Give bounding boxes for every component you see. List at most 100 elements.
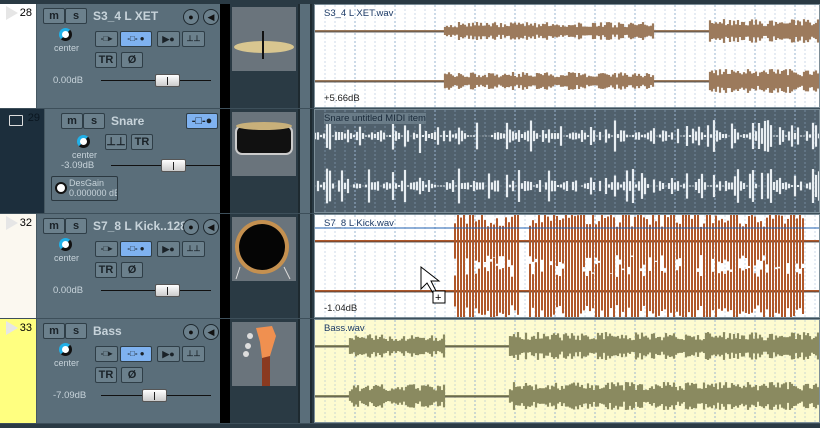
io-button[interactable]: -□▸ — [95, 241, 118, 257]
track-number-cell[interactable]: 33 — [0, 319, 36, 423]
record-arm-button[interactable]: ● — [183, 324, 199, 340]
volume-label: -3.09dB — [61, 160, 95, 171]
phase-button[interactable]: Ø — [121, 52, 143, 68]
pan-label: center — [54, 358, 80, 368]
io-button[interactable]: -□▸ — [95, 346, 118, 362]
item-gain: +5.66dB — [324, 93, 360, 104]
track-28: 28 m s S3_4 L XET center 0.00dB ● ◀ -□▸ … — [0, 4, 820, 109]
fx-param-knob[interactable] — [55, 182, 67, 194]
trim-button[interactable]: TR — [131, 134, 153, 150]
track-name[interactable]: Bass — [93, 324, 122, 338]
pan-knob[interactable] — [59, 28, 72, 41]
phase-button[interactable]: Ø — [121, 367, 143, 383]
volume-label: 0.00dB — [53, 285, 84, 296]
track-number: 33 — [19, 322, 32, 334]
waveform — [315, 110, 819, 212]
waveform: + — [315, 215, 819, 317]
pan-knob[interactable] — [59, 343, 72, 356]
track-name[interactable]: S7_8 L Kick..128 — [93, 219, 187, 233]
track-header[interactable]: m s S7_8 L Kick..128 center 0.00dB ● ◀ -… — [36, 214, 220, 318]
route-button[interactable]: -□- ● — [120, 241, 152, 257]
track-name[interactable]: Snare — [111, 114, 144, 128]
fx-param-value: 0.000000 dB — [69, 188, 117, 198]
media-item[interactable]: S7_8 L Kick.wav -1.04dB + — [314, 214, 820, 318]
fx-button[interactable]: ⊥⊥ — [182, 241, 205, 257]
trim-button[interactable]: TR — [95, 52, 117, 68]
folder-icon[interactable] — [9, 115, 23, 126]
media-item[interactable]: Snare untitled MIDI item — [314, 109, 820, 213]
solo-button[interactable]: s — [65, 323, 87, 339]
solo-button[interactable]: s — [65, 218, 87, 234]
track-29: 29 m s Snare center -3.09dB -□-● ⊥⊥ TR D… — [0, 109, 820, 214]
track-32: 32 m s S7_8 L Kick..128 center 0.00dB ● … — [0, 214, 820, 319]
fx-param[interactable]: DesGain 0.000000 dB — [51, 176, 118, 201]
record-mode-button[interactable]: ▶● — [157, 31, 180, 47]
pan-knob[interactable] — [59, 238, 72, 251]
record-arm-button[interactable]: ● — [183, 219, 199, 235]
pan-label: center — [72, 150, 98, 160]
snare-thumbnail — [232, 112, 296, 176]
item-name: Snare untitled MIDI item — [324, 113, 426, 124]
fx-button[interactable]: ⊥⊥ — [182, 31, 205, 47]
waveform — [315, 5, 819, 107]
track-number-cell[interactable]: 29 — [0, 109, 44, 213]
track-header[interactable]: m s S3_4 L XET center 0.00dB ● ◀ -□▸ -□-… — [36, 4, 220, 108]
mute-button[interactable]: m — [61, 113, 83, 129]
io-button[interactable]: -□▸ — [95, 31, 118, 47]
cymbal-thumbnail — [232, 7, 296, 71]
media-item[interactable]: S3_4 L XET.wav +5.66dB — [314, 4, 820, 108]
trim-button[interactable]: TR — [95, 262, 117, 278]
volume-fader-handle[interactable] — [155, 284, 180, 297]
monitor-button[interactable]: ◀ — [203, 219, 219, 235]
waveform — [315, 320, 819, 422]
item-name: S3_4 L XET.wav — [324, 8, 394, 19]
track-divider — [220, 319, 230, 423]
track-number-cell[interactable]: 32 — [0, 214, 36, 318]
solo-button[interactable]: s — [65, 8, 87, 24]
volume-label: -7.09dB — [53, 390, 87, 401]
track-name[interactable]: S3_4 L XET — [93, 9, 158, 23]
kick-thumbnail — [232, 217, 296, 281]
splitter[interactable] — [298, 319, 312, 423]
track-triangle-icon — [6, 321, 18, 335]
monitor-button[interactable]: ◀ — [203, 324, 219, 340]
svg-text:+: + — [435, 292, 441, 304]
mute-button[interactable]: m — [43, 218, 65, 234]
track-33: 33 m s Bass center -7.09dB ● ◀ -□▸ -□- ●… — [0, 319, 820, 424]
monitor-button[interactable]: ◀ — [203, 9, 219, 25]
splitter[interactable] — [298, 214, 312, 318]
trim-button[interactable]: TR — [95, 367, 117, 383]
fx-button[interactable]: ⊥⊥ — [105, 134, 127, 150]
media-item[interactable]: Bass.wav — [314, 319, 820, 423]
track-divider — [220, 4, 230, 108]
item-gain: -1.04dB — [324, 303, 358, 314]
volume-fader-handle[interactable] — [161, 159, 186, 172]
track-number: 29 — [27, 112, 40, 124]
track-number-cell[interactable]: 28 — [0, 4, 36, 108]
splitter[interactable] — [298, 4, 312, 108]
track-number: 32 — [19, 217, 32, 229]
mute-button[interactable]: m — [43, 323, 65, 339]
route-button[interactable]: -□- ● — [120, 31, 152, 47]
mute-button[interactable]: m — [43, 8, 65, 24]
track-triangle-icon — [6, 216, 18, 230]
track-triangle-icon — [6, 6, 18, 20]
fx-param-name: DesGain — [69, 178, 105, 188]
volume-fader-handle[interactable] — [155, 74, 180, 87]
record-mode-button[interactable]: ▶● — [157, 346, 180, 362]
route-button[interactable]: -□-● — [186, 113, 218, 129]
record-mode-button[interactable]: ▶● — [157, 241, 180, 257]
solo-button[interactable]: s — [83, 113, 105, 129]
volume-fader-handle[interactable] — [142, 389, 167, 402]
item-name: S7_8 L Kick.wav — [324, 218, 394, 229]
route-button[interactable]: -□- ● — [120, 346, 152, 362]
track-header[interactable]: m s Bass center -7.09dB ● ◀ -□▸ -□- ● ▶●… — [36, 319, 220, 423]
phase-button[interactable]: Ø — [121, 262, 143, 278]
track-header[interactable]: m s Snare center -3.09dB -□-● ⊥⊥ TR DesG… — [44, 109, 221, 213]
track-divider — [220, 214, 230, 318]
splitter[interactable] — [298, 109, 312, 213]
record-arm-button[interactable]: ● — [183, 9, 199, 25]
fx-button[interactable]: ⊥⊥ — [182, 346, 205, 362]
pan-label: center — [54, 43, 80, 53]
pan-knob[interactable] — [77, 135, 90, 148]
